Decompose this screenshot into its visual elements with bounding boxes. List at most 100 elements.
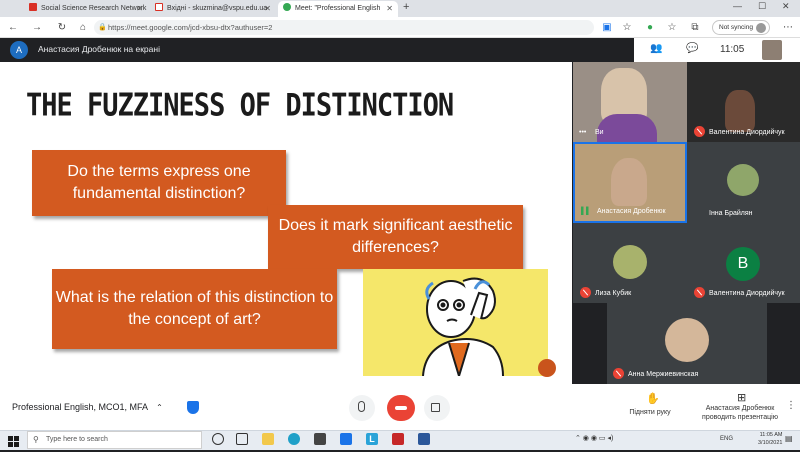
participant-tile[interactable]: Інна Брайлян xyxy=(687,142,800,223)
speaking-indicator-icon: ▌▌ xyxy=(581,208,591,215)
people-icon[interactable]: 👥 xyxy=(650,43,662,54)
meet-favicon-icon xyxy=(283,3,291,11)
presenter-avatar: A xyxy=(10,41,28,59)
mic-off-icon xyxy=(580,287,591,298)
more-options-icon[interactable]: ⋮ xyxy=(786,400,796,411)
participant-tile[interactable]: B Валентина Диордийчук xyxy=(687,223,800,303)
slide-decoration-circle xyxy=(538,359,556,377)
participant-video xyxy=(725,90,755,132)
participant-name: Інна Брайлян xyxy=(709,210,753,217)
star-icon[interactable]: ☆ xyxy=(620,21,634,34)
participant-name: Анна Мержиевинская xyxy=(628,371,699,378)
forward-arrow-icon[interactable]: → xyxy=(30,21,44,34)
participant-video xyxy=(611,158,647,206)
hang-up-icon xyxy=(395,406,407,410)
question-box-1: Do the terms express one fundamental dis… xyxy=(32,150,286,216)
home-icon[interactable]: ⌂ xyxy=(76,21,90,34)
meeting-name[interactable]: Professional English, MCO1, MFA ⌃ xyxy=(12,402,163,412)
new-tab-button[interactable]: + xyxy=(403,1,409,13)
store-icon[interactable] xyxy=(314,433,326,445)
participant-avatar xyxy=(727,164,759,196)
windows-start-icon[interactable] xyxy=(8,434,19,447)
ssrn-favicon-icon xyxy=(29,3,37,11)
close-tab-icon[interactable]: ✕ xyxy=(136,1,143,17)
profile-avatar xyxy=(756,23,766,33)
tab-meet[interactable]: Meet: "Professional English ✕ xyxy=(278,1,398,17)
participant-initial-avatar: B xyxy=(726,247,760,281)
grammarly-icon[interactable]: ● xyxy=(643,21,657,34)
participant-name: Валентина Диордийчук xyxy=(709,290,785,297)
chat-icon[interactable]: 💬 xyxy=(686,43,698,54)
close-tab-icon[interactable]: ✕ xyxy=(386,1,393,17)
maximize-button[interactable]: ☐ xyxy=(758,1,766,12)
mic-off-icon xyxy=(613,368,624,379)
close-window-button[interactable]: ✕ xyxy=(782,1,790,12)
presenter-label: Анастасия Дробенюк на екрані xyxy=(38,44,160,54)
close-tab-icon[interactable]: ✕ xyxy=(264,1,271,17)
participant-tile-speaking[interactable]: ▌▌ Анастасия Дробенюк xyxy=(573,142,687,223)
notifications-icon[interactable]: ▤ xyxy=(785,434,793,443)
camera-icon xyxy=(431,403,440,412)
profile-sync-button[interactable]: Not syncing xyxy=(712,20,770,35)
app-m-icon[interactable] xyxy=(392,433,404,445)
camera-permission-icon[interactable]: ▣ xyxy=(600,21,614,34)
browser-tab-bar: Social Science Research Network ✕ Вхідні… xyxy=(0,0,800,17)
camera-button[interactable] xyxy=(424,395,450,421)
microphone-icon xyxy=(358,401,365,412)
participant-avatar xyxy=(613,245,647,279)
minimize-button[interactable]: — xyxy=(733,1,742,11)
participant-tile-self[interactable]: ••• Ви xyxy=(573,62,687,142)
collections-icon[interactable]: ⧉ xyxy=(688,21,702,34)
search-icon: ⚲ xyxy=(33,435,39,444)
edge-browser-icon[interactable] xyxy=(288,433,300,445)
back-arrow-icon[interactable]: ← xyxy=(6,21,20,34)
participant-clothing xyxy=(597,114,657,142)
meet-top-controls: 👥 💬 xyxy=(634,38,800,62)
participant-name: Анастасия Дробенюк xyxy=(597,208,666,215)
cortana-icon[interactable] xyxy=(212,433,224,445)
file-explorer-icon[interactable] xyxy=(262,433,274,445)
taskbar-clock[interactable]: 11:05 AM 3/10/2021 xyxy=(758,431,782,447)
participant-avatar xyxy=(665,318,709,362)
end-call-button[interactable] xyxy=(387,395,415,421)
chevron-up-icon[interactable]: ⌃ xyxy=(156,403,163,412)
favorites-icon[interactable]: ☆ xyxy=(665,21,679,34)
presentation-slide: THE FUZZINESS OF DISTINCTION Do the term… xyxy=(0,62,572,384)
self-view-thumbnail xyxy=(762,40,782,60)
present-screen-icon[interactable]: ⊞ xyxy=(737,391,746,404)
participant-tile[interactable]: Лиза Кубик xyxy=(573,223,687,303)
address-bar: ← → ↻ ⌂ 🔒 https://meet.google.com/jcd-xb… xyxy=(0,17,800,38)
more-menu-icon[interactable]: ⋯ xyxy=(781,21,795,34)
system-tray-icons[interactable]: ⌃ ◉ ◉ ▭ ◂) xyxy=(575,434,613,442)
task-view-icon[interactable] xyxy=(236,433,248,445)
presenting-label[interactable]: Анастасия Дробенюк проводить презентацію xyxy=(685,404,795,422)
reload-icon[interactable]: ↻ xyxy=(55,21,69,34)
slide-title: THE FUZZINESS OF DISTINCTION xyxy=(26,88,454,124)
participant-name: Лиза Кубик xyxy=(595,290,632,297)
lock-icon: 🔒 xyxy=(98,24,107,31)
question-box-3: What is the relation of this distinction… xyxy=(52,269,337,349)
participant-name: Ви xyxy=(595,129,604,136)
language-indicator[interactable]: ENG xyxy=(720,436,733,442)
thinking-man-cartoon xyxy=(363,269,548,376)
url-field[interactable]: 🔒 https://meet.google.com/jcd-xbsu-dtx?a… xyxy=(94,20,594,35)
mic-off-icon xyxy=(694,126,705,137)
shield-icon[interactable] xyxy=(187,401,199,414)
audio-dots-icon: ••• xyxy=(579,129,587,136)
mic-off-icon xyxy=(694,287,705,298)
mail-icon[interactable] xyxy=(340,433,352,445)
raise-hand-label[interactable]: Підняти руку xyxy=(620,408,680,417)
gmail-favicon-icon xyxy=(155,3,163,11)
microphone-button[interactable] xyxy=(349,395,375,421)
app-l-icon[interactable]: L xyxy=(366,433,378,445)
taskbar-search-input[interactable]: ⚲ Type here to search xyxy=(27,431,202,449)
meeting-clock: 11:05 xyxy=(720,44,745,55)
participant-tile[interactable]: Валентина Диордийчук xyxy=(687,62,800,142)
participant-name: Валентина Диордийчук xyxy=(709,129,785,136)
word-icon[interactable] xyxy=(418,433,430,445)
tab-gmail[interactable]: Вхідні - skuzmina@vspu.edu.ua ✕ xyxy=(150,1,276,17)
question-box-2: Does it mark significant aesthetic diffe… xyxy=(268,205,523,269)
tab-ssrn[interactable]: Social Science Research Network ✕ xyxy=(24,1,148,17)
raise-hand-icon[interactable]: ✋ xyxy=(646,392,660,405)
participant-tile-wide[interactable]: Анна Мержиевинская xyxy=(573,303,800,384)
